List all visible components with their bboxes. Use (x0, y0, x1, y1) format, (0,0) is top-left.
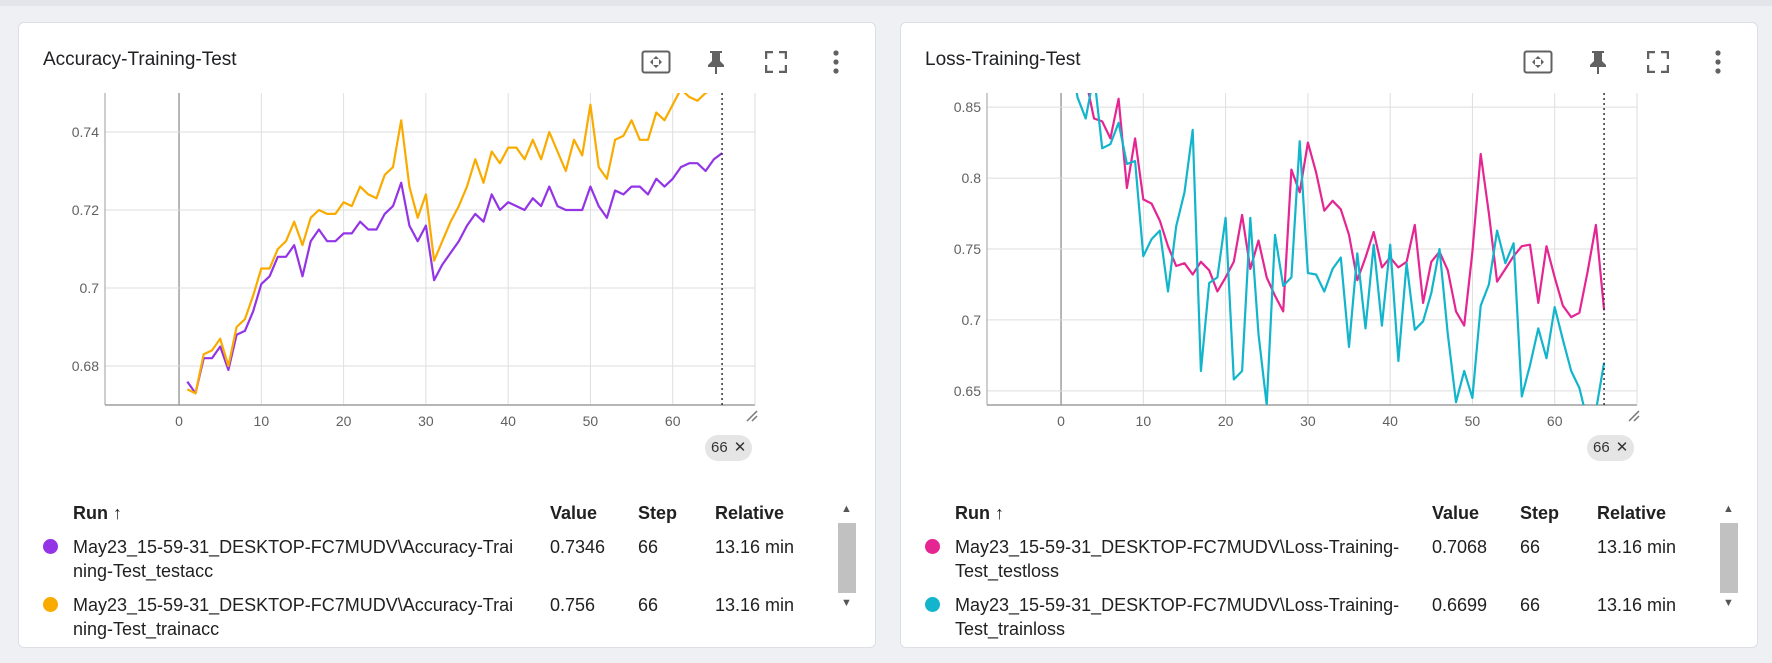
step-cursor-badge[interactable]: 66 ✕ (705, 435, 753, 461)
run-relative: 13.16 min (1597, 537, 1677, 557)
run-value: 0.7346 (550, 537, 606, 557)
fit-to-data-icon[interactable] (1519, 43, 1557, 81)
series-line[interactable] (186, 152, 723, 395)
run-relative: 13.16 min (1597, 595, 1677, 615)
x-tick-label: 50 (1465, 413, 1481, 429)
x-tick-label: 50 (583, 413, 599, 429)
fullscreen-icon[interactable] (1639, 43, 1677, 81)
x-tick-label: 40 (1382, 413, 1398, 429)
run-name: May23_15-59-31_DESKTOP-FC7MUDV\Accuracy-… (73, 537, 514, 581)
series-line[interactable] (1069, 93, 1606, 327)
top-strip (0, 0, 1772, 6)
run-relative: 13.16 min (715, 595, 795, 615)
run-name: May23_15-59-31_DESKTOP-FC7MUDV\Accuracy-… (73, 595, 514, 639)
resize-handle-icon[interactable] (745, 409, 759, 423)
table-header-row: Run ↑ Value Step Relative (925, 501, 1707, 535)
scroll-thumb[interactable] (1720, 523, 1738, 593)
step-cursor-badge[interactable]: 66 ✕ (1587, 435, 1635, 461)
x-tick-label: 60 (1547, 413, 1563, 429)
step-badge-value: 66 (1593, 439, 1610, 456)
fit-to-data-icon[interactable] (637, 43, 675, 81)
y-tick-label: 0.72 (72, 202, 99, 218)
relative-column-header[interactable]: Relative (1597, 501, 1707, 535)
table-scrollbar[interactable]: ▲ ▼ (1719, 501, 1739, 649)
scroll-down-icon[interactable]: ▼ (1723, 597, 1734, 609)
run-step: 66 (638, 537, 659, 557)
x-tick-label: 30 (418, 413, 434, 429)
run-value: 0.756 (550, 595, 596, 615)
y-tick-label: 0.65 (954, 383, 981, 399)
fullscreen-icon[interactable] (757, 43, 795, 81)
run-name: May23_15-59-31_DESKTOP-FC7MUDV\Loss-Trai… (955, 595, 1400, 639)
table-row: May23_15-59-31_DESKTOP-FC7MUDV\Loss-Trai… (925, 535, 1707, 593)
run-value: 0.7068 (1432, 537, 1488, 557)
series-color-dot (925, 539, 940, 554)
scroll-up-icon[interactable]: ▲ (1723, 503, 1734, 515)
step-badge-value: 66 (711, 439, 728, 456)
loss-card: Loss-Training-Test 0 10 20 30 40 50 60 0.65 0.7 0… (900, 22, 1758, 648)
table-row: May23_15-59-31_DESKTOP-FC7MUDV\Loss-Trai… (925, 593, 1707, 651)
series-color-dot (43, 539, 58, 554)
run-step: 66 (638, 595, 659, 615)
pin-icon[interactable] (697, 43, 735, 81)
run-step: 66 (1520, 595, 1541, 615)
run-step: 66 (1520, 537, 1541, 557)
x-tick-label: 40 (500, 413, 516, 429)
step-column-header[interactable]: Step (638, 501, 715, 535)
run-name: May23_15-59-31_DESKTOP-FC7MUDV\Loss-Trai… (955, 537, 1400, 581)
card-toolbar (1519, 43, 1737, 81)
series-line[interactable] (1069, 93, 1606, 422)
runs-table: Run ↑ Value Step Relative May23_15-59-31… (925, 501, 1707, 651)
series-color-dot (43, 597, 58, 612)
series-color-dot (925, 597, 940, 612)
y-tick-label: 0.8 (962, 170, 982, 186)
resize-handle-icon[interactable] (1627, 409, 1641, 423)
card-title: Loss-Training-Test (925, 49, 1081, 70)
pin-icon[interactable] (1579, 43, 1617, 81)
runs-table: Run ↑ Value Step Relative May23_15-59-31… (43, 501, 825, 651)
scroll-up-icon[interactable]: ▲ (841, 503, 852, 515)
y-tick-label: 0.85 (954, 99, 981, 115)
y-tick-label: 0.68 (72, 358, 99, 374)
run-column-header[interactable]: Run ↑ (955, 501, 1432, 535)
y-tick-label: 0.75 (954, 241, 981, 257)
x-tick-label: 10 (1136, 413, 1152, 429)
more-vert-icon[interactable] (817, 43, 855, 81)
scroll-thumb[interactable] (838, 523, 856, 593)
y-tick-label: 0.7 (80, 280, 100, 296)
x-tick-label: 60 (665, 413, 681, 429)
run-column-header[interactable]: Run ↑ (73, 501, 550, 535)
more-vert-icon[interactable] (1699, 43, 1737, 81)
close-icon[interactable]: ✕ (1616, 435, 1629, 461)
relative-column-header[interactable]: Relative (715, 501, 825, 535)
step-column-header[interactable]: Step (1520, 501, 1597, 535)
line-chart[interactable]: 0 10 20 30 40 50 60 0.68 0.7 0.72 0.74 (19, 93, 875, 443)
line-chart[interactable]: 0 10 20 30 40 50 60 0.65 0.7 0.75 0.8 0.85 (901, 93, 1757, 443)
card-title: Accuracy-Training-Test (43, 49, 237, 70)
value-column-header[interactable]: Value (1432, 501, 1520, 535)
table-row: May23_15-59-31_DESKTOP-FC7MUDV\Accuracy-… (43, 593, 825, 651)
x-tick-label: 20 (1218, 413, 1234, 429)
card-toolbar (637, 43, 855, 81)
close-icon[interactable]: ✕ (734, 435, 747, 461)
y-tick-label: 0.74 (72, 124, 99, 140)
x-tick-label: 20 (336, 413, 352, 429)
x-tick-label: 0 (175, 413, 183, 429)
table-scrollbar[interactable]: ▲ ▼ (837, 501, 857, 649)
run-relative: 13.16 min (715, 537, 795, 557)
table-header-row: Run ↑ Value Step Relative (43, 501, 825, 535)
x-tick-label: 30 (1300, 413, 1316, 429)
x-tick-label: 10 (254, 413, 270, 429)
y-tick-label: 0.7 (962, 312, 982, 328)
scroll-down-icon[interactable]: ▼ (841, 597, 852, 609)
accuracy-card: Accuracy-Training-Test 0 10 20 30 40 50 60 0.68… (18, 22, 876, 648)
table-row: May23_15-59-31_DESKTOP-FC7MUDV\Accuracy-… (43, 535, 825, 593)
value-column-header[interactable]: Value (550, 501, 638, 535)
run-value: 0.6699 (1432, 595, 1488, 615)
x-tick-label: 0 (1057, 413, 1065, 429)
series-line[interactable] (186, 93, 722, 395)
